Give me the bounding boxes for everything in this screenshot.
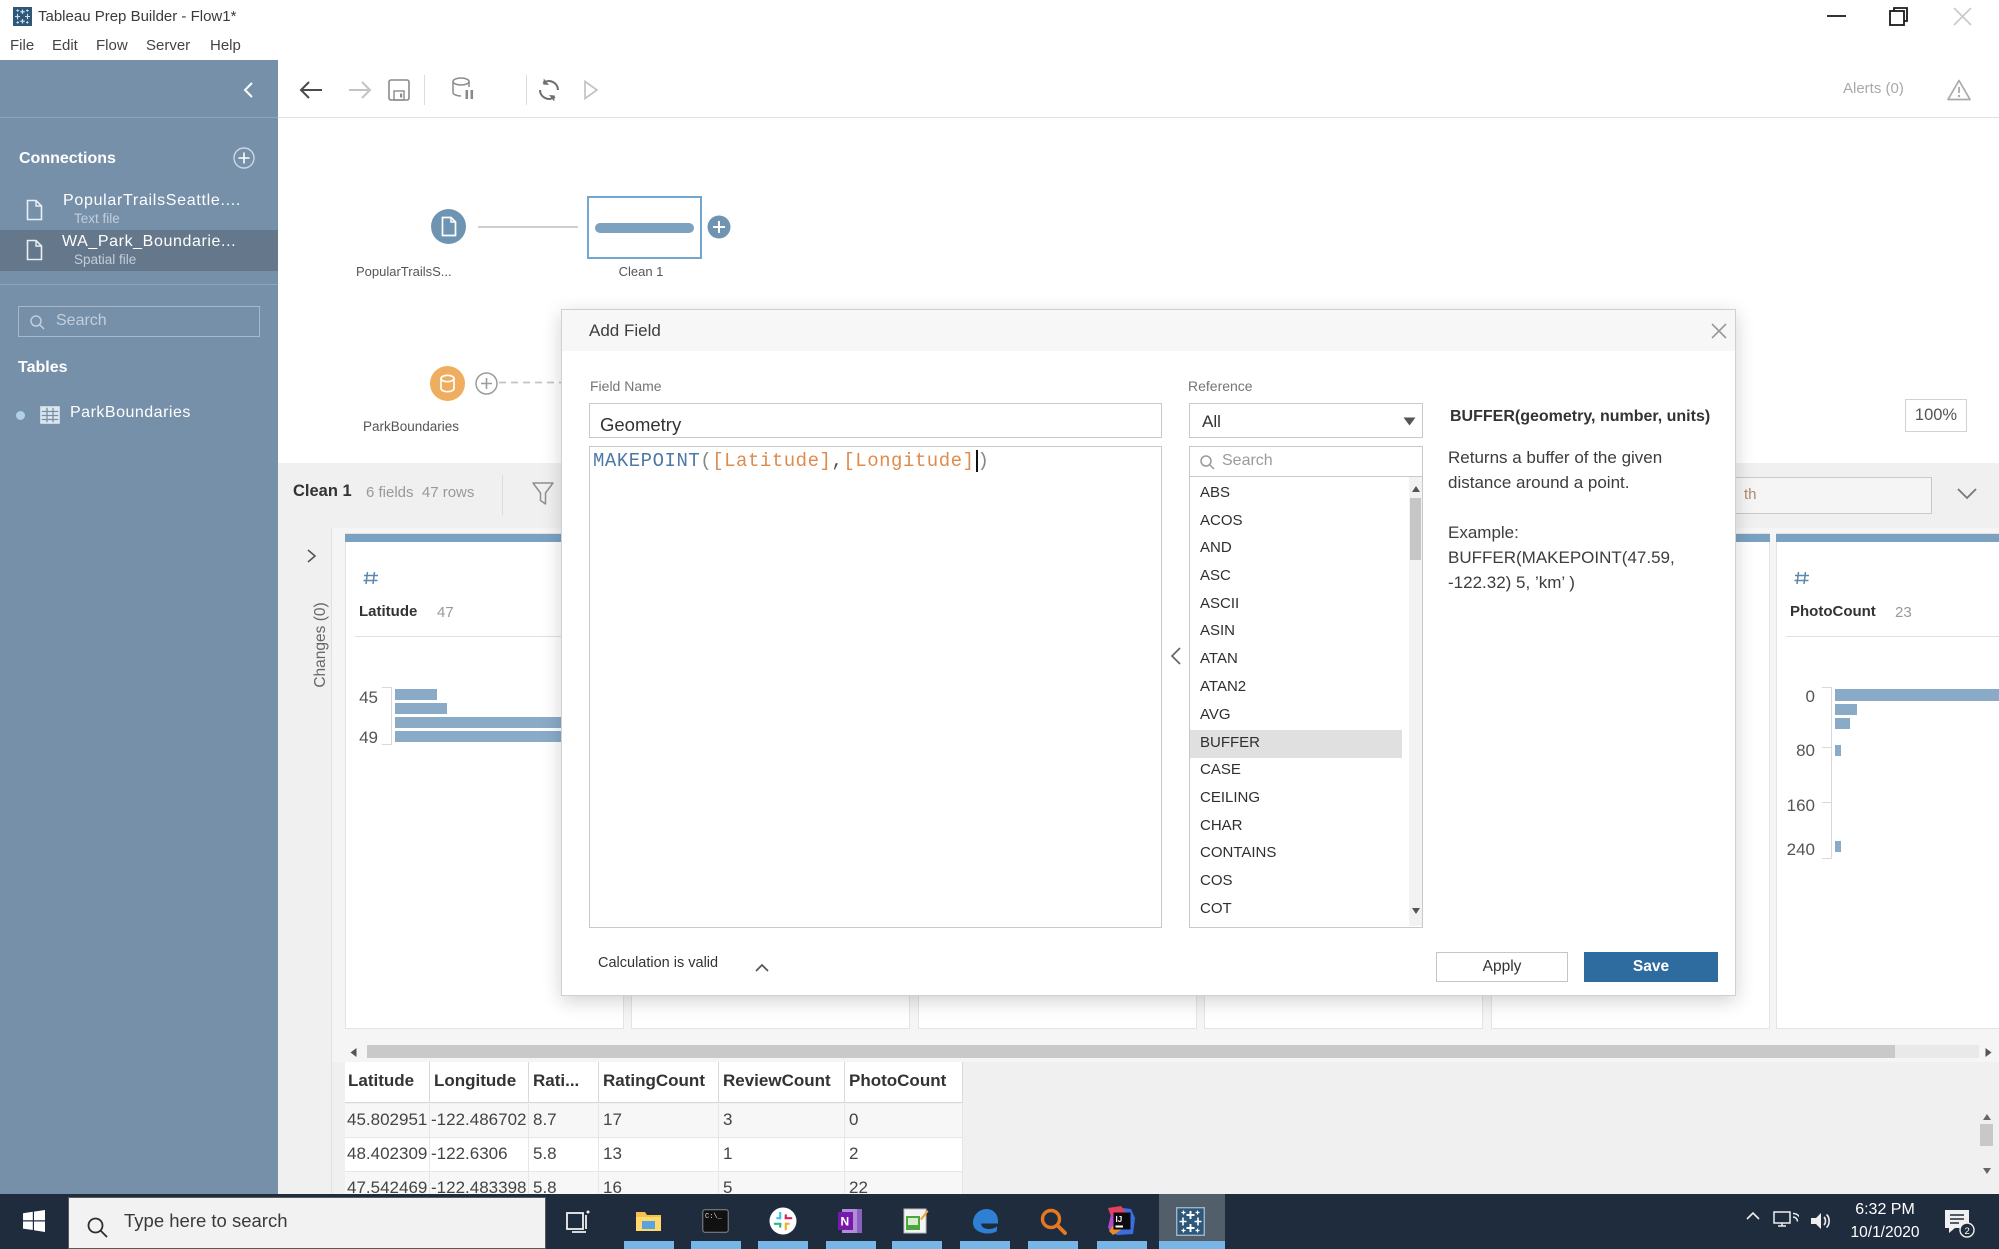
svg-text:IJ: IJ	[1116, 1215, 1123, 1224]
svg-text:2: 2	[1965, 1226, 1970, 1237]
svg-text:C:\_: C:\_	[705, 1213, 723, 1221]
svg-text:N: N	[841, 1215, 850, 1229]
